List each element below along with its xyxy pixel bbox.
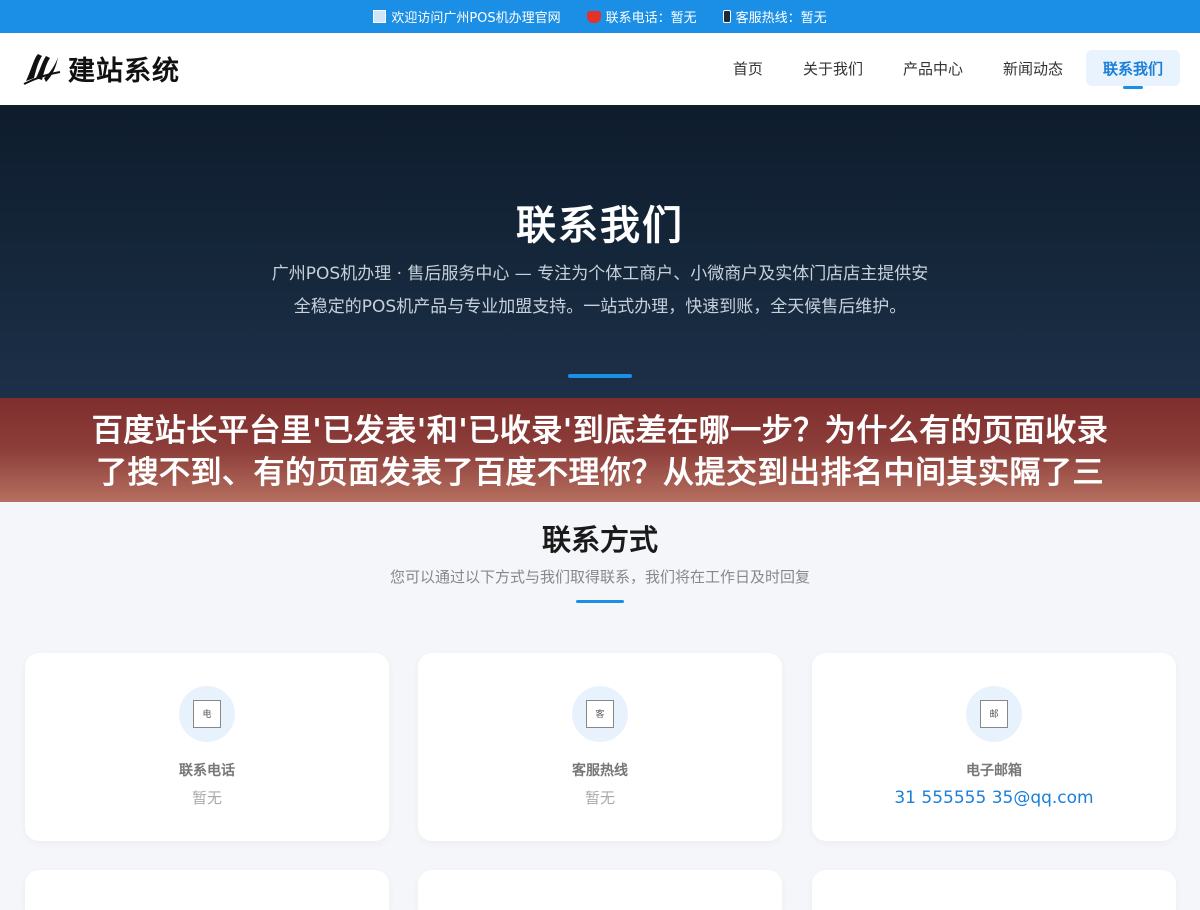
contact-card-partial	[812, 870, 1176, 910]
nav-item-news[interactable]: 新闻动态	[986, 50, 1080, 86]
logo-text: 建站系统	[68, 55, 180, 87]
hero-description: 广州POS机办理 · 售后服务中心 — 专注为个体工商户、小微商户及实体门店店主…	[271, 264, 929, 317]
contact-card-partial	[25, 870, 389, 910]
card-value: 暂无	[191, 789, 222, 807]
broken-image-icon: 客	[586, 700, 614, 728]
contact-card-email: 邮 电子邮箱 31 555555 35@qq.com	[812, 653, 1176, 841]
welcome-text: 欢迎访问广州POS机办理官网	[391, 11, 561, 26]
contact-section-title: 联系方式	[541, 523, 658, 557]
main-nav: 首页 关于我们 产品中心 新闻动态 联系我们	[716, 50, 1180, 89]
site-logo[interactable]: 建站系统	[22, 48, 180, 88]
banner-line-1: 百度站长平台里'已发表'和'已收录'到底差在哪一步？为什么有的页面收录	[91, 413, 1109, 449]
card-label: 联系电话	[179, 763, 235, 779]
email-link[interactable]: 31 555555 35@qq.com	[812, 788, 1176, 808]
nav-item-about[interactable]: 关于我们	[786, 50, 880, 86]
hero-divider	[568, 374, 632, 378]
nav-item-home[interactable]: 首页	[716, 50, 780, 86]
contact-card-partial	[418, 870, 782, 910]
phone-item: 联系电话：暂无	[586, 7, 697, 26]
contact-section-divider	[576, 600, 624, 603]
card-label: 电子邮箱	[966, 763, 1022, 779]
site-header: 建站系统 首页 关于我们 产品中心 新闻动态 联系我们	[0, 33, 1200, 105]
hero-title: 联系我们	[516, 203, 684, 249]
nav-item-contact[interactable]: 联系我们	[1085, 50, 1180, 89]
contact-section-subtitle: 您可以通过以下方式与我们取得联系，我们将在工作日及时回复	[389, 568, 810, 586]
hotline-text: 客服热线：暂无	[735, 11, 827, 26]
hotline-card-icon: 客	[572, 686, 628, 742]
phone-card-icon: 电	[179, 686, 235, 742]
welcome-item: 欢迎访问广州POS机办理官网	[373, 7, 561, 26]
contact-card-hotline: 客 客服热线 暂无	[418, 653, 782, 841]
phone-text: 联系电话：暂无	[605, 11, 697, 26]
contact-card-phone: 电 联系电话 暂无	[25, 653, 389, 841]
hero-section: 联系我们 广州POS机办理 · 售后服务中心 — 专注为个体工商户、小微商户及实…	[0, 105, 1200, 400]
site-icon	[373, 10, 387, 23]
logo-mark-icon	[22, 48, 62, 88]
broken-image-icon: 电	[193, 700, 221, 728]
article-title-banner[interactable]: 百度站长平台里'已发表'和'已收录'到底差在哪一步？为什么有的页面收录 了搜不到…	[0, 398, 1200, 502]
nav-item-products[interactable]: 产品中心	[886, 50, 980, 86]
mobile-icon	[722, 10, 731, 23]
hotline-item: 客服热线：暂无	[722, 7, 827, 26]
email-card-icon: 邮	[966, 686, 1022, 742]
card-label: 客服热线	[572, 763, 628, 779]
phone-icon	[586, 10, 601, 23]
card-value: 暂无	[584, 789, 615, 807]
top-info-bar: 欢迎访问广州POS机办理官网 联系电话：暂无 客服热线：暂无	[0, 0, 1200, 33]
broken-image-icon: 邮	[980, 700, 1008, 728]
banner-line-2: 了搜不到、有的页面发表了百度不理你？从提交到出排名中间其实隔了三	[96, 455, 1104, 491]
